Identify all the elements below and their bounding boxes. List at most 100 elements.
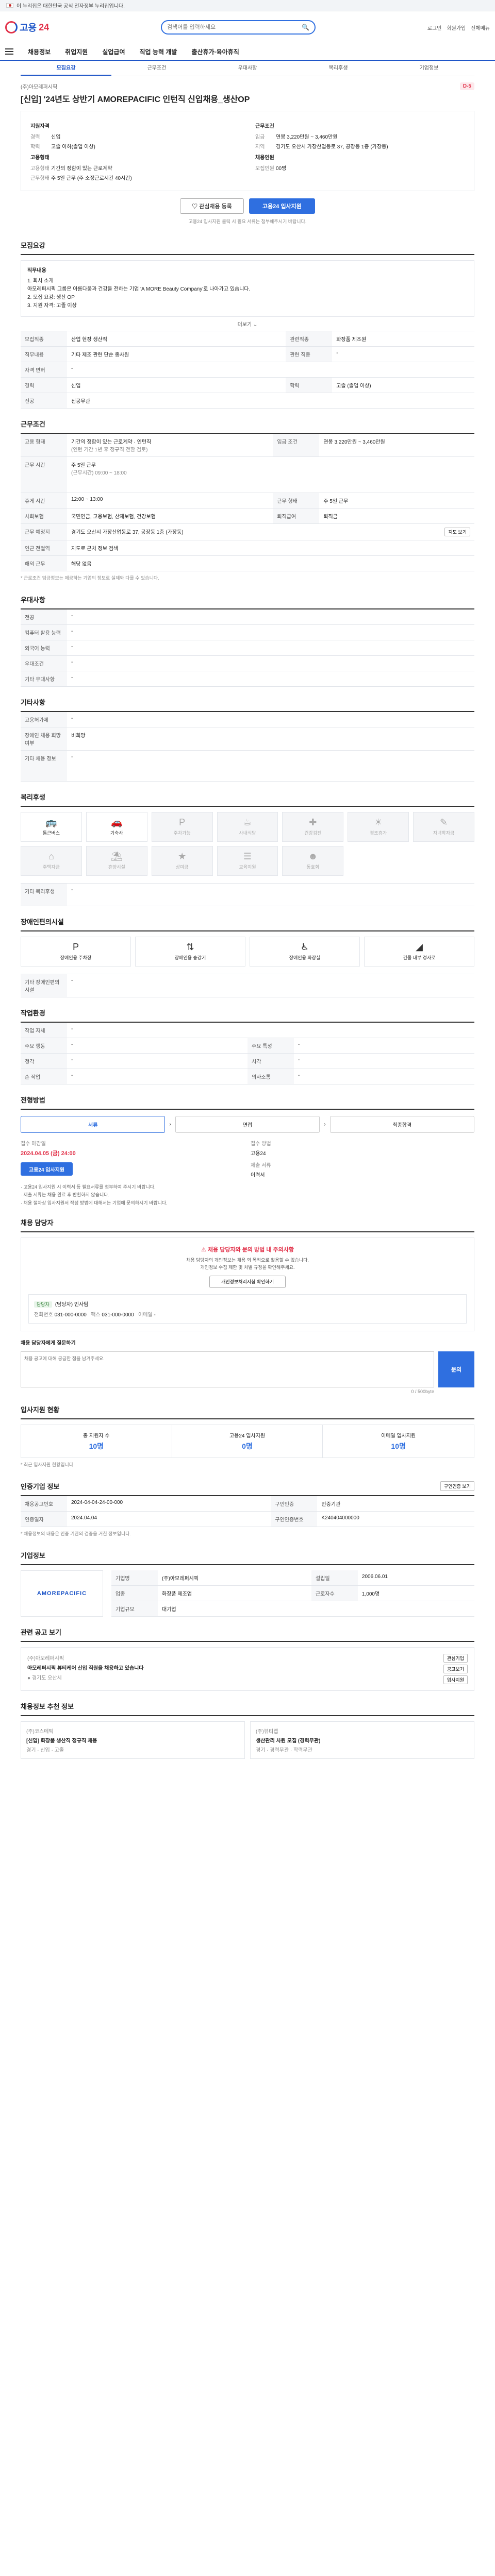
table-row: 청각 - 시각 -	[21, 1053, 474, 1069]
apply-button-2[interactable]: 고용24 입사지원	[21, 1162, 73, 1176]
process-notes: · 고용24 입사지원 시 이력서 등 필요서류를 첨부하여 주시기 바랍니다.…	[21, 1183, 474, 1207]
kv-value: 경기도 오산시 가장산업동로 37, 공장동 1층 (가장동)	[276, 144, 388, 150]
signup-link[interactable]: 회원가입	[447, 24, 466, 31]
welfare-item: ✚ 건강검진	[282, 812, 344, 842]
tab-welfare[interactable]: 복리후생	[293, 61, 384, 76]
preferred-table: 전공 - 컴퓨터 활용 능력 - 외국어 능력 - 우대조건 - 기타 우대사항 -	[21, 609, 474, 687]
search-icon[interactable]: 🔍	[302, 24, 309, 31]
apply-button[interactable]: 고용24 입사지원	[249, 198, 315, 214]
welfare-label: 주택자금	[42, 865, 60, 870]
row-label: 근로자수	[311, 1585, 358, 1601]
inquiry-textarea[interactable]	[21, 1351, 434, 1387]
section-title-recruit: 모집요강	[21, 230, 474, 255]
header: 고용 24 🔍 로그인 회원가입 전체메뉴	[0, 11, 495, 43]
kv-label: 고용형태	[30, 166, 50, 172]
club-icon: ☻	[308, 851, 318, 861]
job-desc-line: 1. 회사 소개	[27, 278, 54, 284]
tab-company[interactable]: 기업정보	[384, 61, 474, 76]
kv-value: 신입	[51, 134, 61, 140]
row-label: 고용허가제	[21, 712, 67, 727]
leave-icon: ☀	[374, 817, 383, 827]
company-table: 기업명 (주)아모레퍼시픽 설립일 2006.06.01 업종 화장품 제조업 근로자수 1…	[111, 1570, 474, 1617]
contact-alert-title: ⚠ 채용 담당자와 문의 방법 내 주의사항	[28, 1245, 467, 1253]
row-value: 기간의 정함이 있는 근로계약 · 인턴직 (인턴 기간 1년 후 정규직 전환 …	[67, 434, 273, 457]
applicants-note: * 최근 입사지원 현황입니다.	[21, 1462, 75, 1467]
bonus-icon: ★	[178, 851, 187, 861]
related-view-button[interactable]: 공고보기	[443, 1664, 468, 1673]
recommend-card[interactable]: (주)뷰티랩 생산관리 사원 모집 (경력무관) 경기 · 경력무관 · 학력무…	[250, 1721, 474, 1759]
tab-conditions[interactable]: 근무조건	[111, 61, 202, 76]
print-button[interactable]: 구인인증 보기	[440, 1481, 474, 1491]
email-value: -	[154, 1312, 156, 1318]
row-label: 의사소통	[248, 1069, 294, 1084]
kv-value: 기간의 정함이 있는 근로계약	[51, 166, 112, 172]
table-row: 기업규모 대기업	[111, 1601, 474, 1617]
company-name[interactable]: (주)아모레퍼시픽	[21, 82, 250, 90]
recruit-info-table: 채용공고번호 2024-04-04-24-00-000 구인인증 인증기관 인증일자 2…	[21, 1496, 474, 1527]
row-value: 2024-04-04-24-00-000	[67, 1496, 271, 1512]
logo-num: 24	[39, 22, 50, 32]
row-value: 전공무관	[67, 393, 474, 409]
table-row: 전공 전공무관	[21, 393, 474, 409]
allmenu-link[interactable]: 전체메뉴	[471, 24, 490, 31]
recommend-card[interactable]: (주)코스메틱 [신입] 화장품 생산직 정규직 채용 경기 · 신입 · 고졸	[21, 1721, 245, 1759]
row-value: -	[67, 362, 474, 378]
env-table: 작업 자세 - 주요 행동 - 주요 특성 - 청각 - 시각 - 손 작업 - 의사소통 -	[21, 1023, 474, 1084]
docs-label: 제출 서류	[251, 1163, 271, 1168]
ramp-icon: ◢	[416, 942, 423, 952]
job-desc-line: 아모레퍼시픽 그룹은 아름다움과 건강을 전하는 기업 'A MORE Beau…	[27, 286, 251, 292]
interest-button[interactable]: ♡ 관심채용 등록	[180, 198, 244, 214]
site-logo[interactable]: 고용 24	[5, 21, 49, 34]
nav-support[interactable]: 취업지원	[65, 47, 88, 56]
process-step: 최종합격	[329, 1116, 474, 1133]
row-value: 주 5일 근무 (근무시간) 09:00 ~ 18:00	[67, 456, 474, 493]
inquiry-submit-button[interactable]: 문의	[438, 1351, 474, 1387]
hamburger-icon[interactable]	[5, 48, 13, 55]
facility-item: ◢ 건물 내부 경사로	[364, 937, 474, 967]
table-row: 우대조건 -	[21, 655, 474, 671]
note-line: · 제출 서류는 채용 완료 후 반환하지 않습니다.	[21, 1192, 110, 1198]
tab-preferred[interactable]: 우대사항	[202, 61, 293, 76]
process-steps: 서류 › 면접 › 최종합격	[21, 1116, 474, 1133]
stat-item: 이메일 입사지원 10명	[323, 1425, 474, 1458]
search-input[interactable]	[167, 24, 302, 30]
tab-recruit[interactable]: 모집요강	[21, 61, 111, 76]
facility-label: 장애인용 승강기	[174, 955, 206, 960]
table-row: 경력 신입 학력 고졸 (졸업 이상)	[21, 377, 474, 393]
welfare-item: ★ 상여금	[151, 846, 213, 876]
row-label: 청각	[21, 1053, 67, 1069]
related-apply-button[interactable]: 입사지원	[443, 1675, 468, 1684]
row-label: 인증일자	[21, 1511, 67, 1527]
nav-jobs[interactable]: 채용정보	[28, 47, 51, 56]
heart-icon: ♡	[192, 204, 198, 210]
row-value: 2024.04.04	[67, 1511, 271, 1527]
row-label: 기업규모	[111, 1601, 158, 1617]
kv-label: 임금	[255, 134, 265, 140]
recruit-info-title: 인증기업 정보	[21, 1482, 60, 1490]
row-value: 화장품 제조업	[158, 1585, 311, 1601]
privacy-guide-button[interactable]: 개인정보처리지침 확인하기	[209, 1275, 286, 1288]
map-button[interactable]: 지도 보기	[444, 528, 470, 536]
section-title-related: 관련 공고 보기	[21, 1617, 474, 1642]
related-interest-button[interactable]: 관심기업	[443, 1653, 468, 1663]
row-value: 기타 제조 관련 단순 종사원	[67, 346, 286, 362]
nav-training[interactable]: 직업 능력 개발	[140, 47, 177, 56]
summary-qual-title: 지원자격	[30, 124, 50, 129]
welfare-etc-table: 기타 복리후생 -	[21, 883, 474, 906]
more-button[interactable]: 더보기 ⌄	[21, 317, 474, 331]
related-job[interactable]: (주)아모레퍼시픽 아모레퍼시픽 뷰티케어 신입 직원을 채용하고 있습니다 ●…	[21, 1647, 474, 1691]
row-value: -	[67, 671, 474, 687]
row-label: 관련 직종	[286, 346, 333, 362]
row-value: 산업 현장 생산직	[67, 331, 286, 347]
nav-benefits[interactable]: 실업급여	[102, 47, 125, 56]
process-step: 서류	[21, 1116, 166, 1133]
logo-mark-icon	[5, 21, 18, 33]
row-label: 우대조건	[21, 655, 67, 671]
job-title-area: (주)아모레퍼시픽 [신입] '24년도 상반기 AMOREPACIFIC 인턴…	[21, 76, 474, 111]
row-label: 업종	[111, 1585, 158, 1601]
row-value: -	[67, 1038, 248, 1054]
table-row: 채용공고번호 2024-04-04-24-00-000 구인인증 인증기관	[21, 1496, 474, 1512]
nav-leave[interactable]: 출산휴가·육아휴직	[191, 47, 239, 56]
inquiry-title: 채용 담당자에게 질문하기	[21, 1340, 76, 1346]
login-link[interactable]: 로그인	[427, 24, 442, 31]
